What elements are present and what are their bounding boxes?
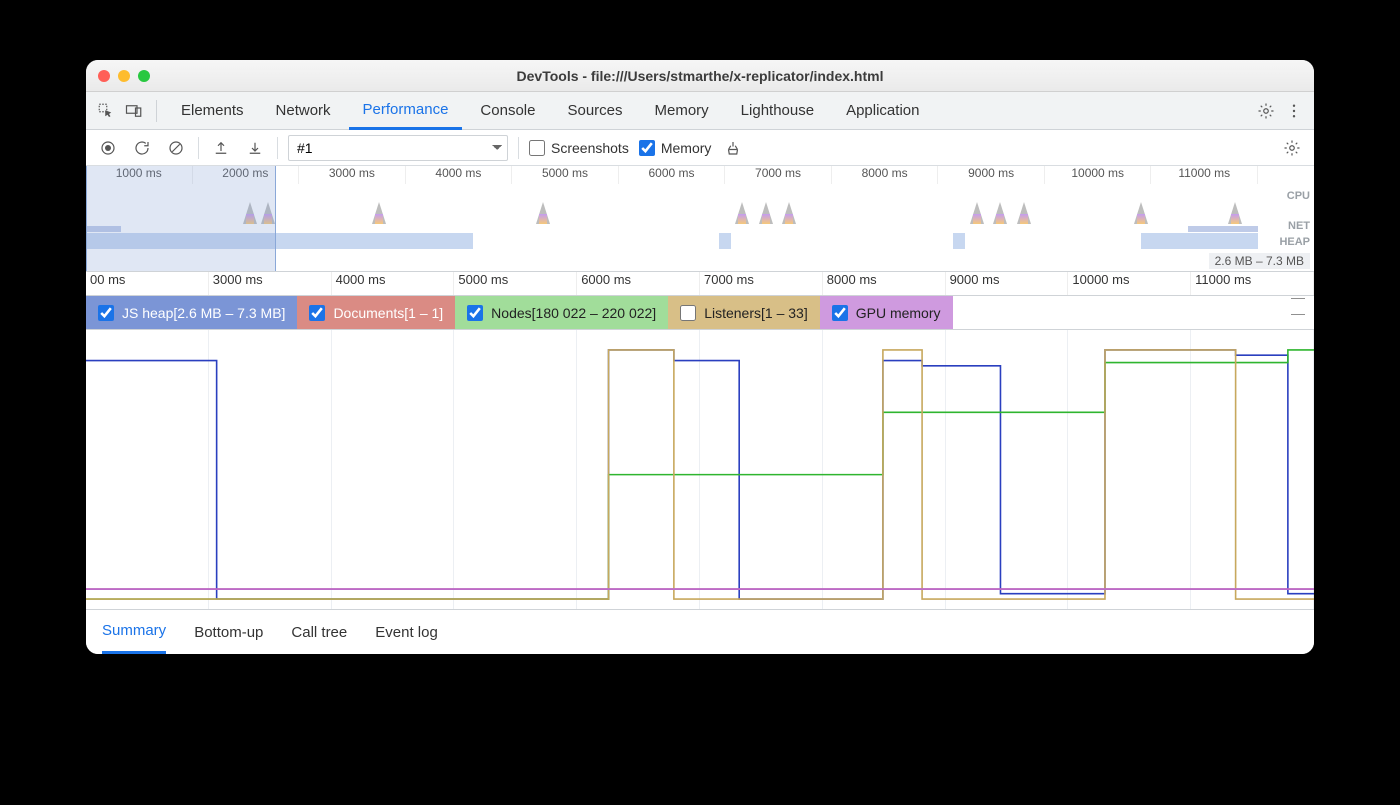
- detail-tab-bar: Summary Bottom-up Call tree Event log: [86, 610, 1314, 654]
- legend-nodes-checkbox[interactable]: [467, 305, 483, 321]
- tab-memory[interactable]: Memory: [641, 92, 723, 130]
- close-window-button[interactable]: [98, 70, 110, 82]
- tab-network[interactable]: Network: [262, 92, 345, 130]
- recording-select[interactable]: #1: [288, 135, 508, 161]
- legend-documents[interactable]: Documents[1 – 1]: [297, 296, 455, 329]
- more-menu-icon[interactable]: [1282, 99, 1306, 123]
- detail-tab-bottom-up[interactable]: Bottom-up: [194, 610, 263, 654]
- inspect-icon[interactable]: [94, 99, 118, 123]
- download-icon[interactable]: [243, 136, 267, 160]
- capture-settings-gear-icon[interactable]: [1280, 136, 1304, 160]
- memory-label: Memory: [661, 140, 712, 156]
- detail-tab-event-log[interactable]: Event log: [375, 610, 438, 654]
- divider: [277, 137, 278, 159]
- divider: [156, 100, 157, 122]
- overview-heap-range: 2.6 MB – 7.3 MB: [1209, 253, 1310, 269]
- memory-checkbox-input[interactable]: [639, 140, 655, 156]
- traffic-lights: [98, 70, 150, 82]
- record-button-icon[interactable]: [96, 136, 120, 160]
- overview-timeline[interactable]: 1000 ms2000 ms3000 ms4000 ms5000 ms6000 …: [86, 166, 1314, 272]
- settings-gear-icon[interactable]: [1254, 99, 1278, 123]
- upload-icon[interactable]: [209, 136, 233, 160]
- legend-jsheap[interactable]: JS heap[2.6 MB – 7.3 MB]: [86, 296, 297, 329]
- legend-listeners[interactable]: Listeners[1 – 33]: [668, 296, 820, 329]
- legend-documents-checkbox[interactable]: [309, 305, 325, 321]
- legend-nodes[interactable]: Nodes[180 022 – 220 022]: [455, 296, 668, 329]
- tab-lighthouse[interactable]: Lighthouse: [727, 92, 828, 130]
- minimize-window-button[interactable]: [118, 70, 130, 82]
- devtools-window: DevTools - file:///Users/stmarthe/x-repl…: [86, 60, 1314, 654]
- memory-checkbox[interactable]: Memory: [639, 140, 712, 156]
- detail-tab-summary[interactable]: Summary: [102, 610, 166, 654]
- tab-console[interactable]: Console: [466, 92, 549, 130]
- screenshots-checkbox-input[interactable]: [529, 140, 545, 156]
- maximize-window-button[interactable]: [138, 70, 150, 82]
- window-title: DevTools - file:///Users/stmarthe/x-repl…: [86, 68, 1314, 84]
- memory-legend: JS heap[2.6 MB – 7.3 MB] Documents[1 – 1…: [86, 296, 1314, 330]
- tab-elements[interactable]: Elements: [167, 92, 258, 130]
- screenshots-checkbox[interactable]: Screenshots: [529, 140, 629, 156]
- divider: [518, 137, 519, 159]
- clear-icon[interactable]: [164, 136, 188, 160]
- collect-garbage-icon[interactable]: [721, 136, 745, 160]
- memory-chart-svg: [86, 330, 1314, 609]
- tab-application[interactable]: Application: [832, 92, 933, 130]
- performance-toolbar: #1 Screenshots Memory: [86, 130, 1314, 166]
- legend-gpu[interactable]: GPU memory: [820, 296, 953, 329]
- screenshots-label: Screenshots: [551, 140, 629, 156]
- titlebar: DevTools - file:///Users/stmarthe/x-repl…: [86, 60, 1314, 92]
- tab-sources[interactable]: Sources: [553, 92, 636, 130]
- overview-right-labels: CPU NET HEAP: [1279, 188, 1310, 250]
- reload-record-icon[interactable]: [130, 136, 154, 160]
- device-toggle-icon[interactable]: [122, 99, 146, 123]
- detail-ticks: 00 ms3000 ms4000 ms5000 ms6000 ms7000 ms…: [86, 272, 1314, 296]
- divider: [198, 137, 199, 159]
- detail-tab-call-tree[interactable]: Call tree: [291, 610, 347, 654]
- main-tab-bar: ElementsNetworkPerformanceConsoleSources…: [86, 92, 1314, 130]
- tab-performance[interactable]: Performance: [349, 92, 463, 130]
- legend-gpu-checkbox[interactable]: [832, 305, 848, 321]
- legend-listeners-checkbox[interactable]: [680, 305, 696, 321]
- legend-jsheap-checkbox[interactable]: [98, 305, 114, 321]
- memory-chart[interactable]: [86, 330, 1314, 610]
- overview-selection[interactable]: [86, 166, 276, 271]
